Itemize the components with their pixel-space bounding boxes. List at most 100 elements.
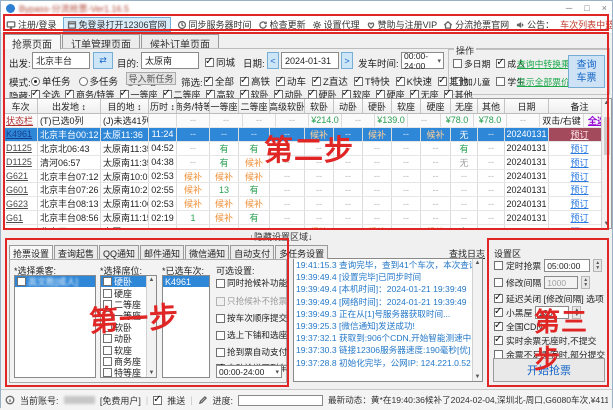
train-number-link[interactable]: D1125: [4, 142, 38, 155]
train-number-link[interactable]: G601: [4, 183, 38, 196]
setting-checkbox[interactable]: [494, 294, 503, 303]
grab-time-range-select[interactable]: 00:00-24:00▾: [216, 365, 282, 378]
main-tab-2[interactable]: 候补订单页面: [141, 34, 219, 49]
filter-option-5[interactable]: K快速: [396, 74, 432, 88]
toolbar-item-3[interactable]: 检查更新: [258, 18, 306, 31]
seat-checkbox[interactable]: [103, 300, 112, 309]
train-row[interactable]: Z69北京西10:21太原15:0304:42--------候补--候补--候…: [4, 225, 611, 229]
setting-checkbox[interactable]: [494, 261, 503, 270]
column-header[interactable]: 硬卧: [363, 99, 392, 113]
samecity-option[interactable]: 同城: [205, 55, 235, 69]
train-row[interactable]: G621北京丰台07:12太原南10:0502:53候补候补候补--------…: [4, 170, 611, 184]
filter-option-3[interactable]: Z直达: [312, 74, 348, 88]
column-header[interactable]: 商务/特等: [177, 99, 210, 113]
setting-row-2[interactable]: 延迟关闭 [修改间隔] 选项: [494, 292, 604, 305]
grab-tab-6[interactable]: 多任务设置: [275, 245, 328, 259]
grab-option-1[interactable]: 只抢候补不抢票: [216, 295, 287, 307]
seat-checkbox[interactable]: [103, 357, 112, 366]
train-number-link[interactable]: D1125: [4, 156, 38, 169]
seat-checkbox[interactable]: [103, 346, 112, 355]
setting-checkbox[interactable]: [494, 278, 503, 287]
setting-value[interactable]: 05:00:00: [544, 259, 590, 272]
seat-list-scrollbar[interactable]: ▲ ▼: [146, 276, 156, 377]
log-scrollbar[interactable]: ▲ ▼: [472, 259, 482, 381]
grab-option-checkbox[interactable]: [216, 279, 225, 288]
seat-checkbox[interactable]: [103, 334, 112, 343]
grab-tab-3[interactable]: 邮件通知: [140, 245, 184, 259]
setting-checkbox[interactable]: [494, 322, 503, 331]
filter-option-4[interactable]: T特快: [354, 74, 390, 88]
filter-option-6[interactable]: 其他: [438, 74, 468, 88]
radio-icon[interactable]: [31, 77, 40, 86]
toolbar-item-6[interactable]: 分流抢票官网: [443, 18, 509, 31]
setting-row-5[interactable]: 实时余票无座时,不提交: [494, 334, 596, 347]
grab-option-0[interactable]: 同时抢候补功能: [216, 277, 287, 289]
departure-input[interactable]: 北京丰台: [32, 52, 90, 69]
depart-time-select[interactable]: 00:00-24:00▾: [401, 52, 444, 69]
mode-radio-1[interactable]: 多任务: [79, 74, 119, 88]
main-tab-1[interactable]: 订单管理页面: [62, 34, 140, 49]
push-checkbox[interactable]: [153, 396, 162, 405]
date-prev-button[interactable]: <: [267, 52, 279, 69]
column-header[interactable]: 车次: [4, 99, 38, 113]
train-row[interactable]: G61北京丰台08:56太原南11:1502:191候补有-----------…: [4, 211, 611, 225]
scroll-down-icon[interactable]: ▼: [149, 370, 155, 376]
ops-option-checkbox[interactable]: [496, 59, 505, 68]
table-scrollbar[interactable]: ▲ ▼: [601, 99, 611, 228]
grab-tab-4[interactable]: 微信通知: [185, 245, 229, 259]
train-row[interactable]: D1125清河06:57太原南11:3504:38--有候补----------…: [4, 156, 611, 170]
column-header[interactable]: 软卧: [305, 99, 334, 113]
column-header[interactable]: 动卧: [334, 99, 363, 113]
setting-row-1[interactable]: 修改间隔1000▲▼: [494, 276, 590, 289]
mode-radio-0[interactable]: 单任务: [31, 74, 71, 88]
grab-option-checkbox[interactable]: [216, 331, 225, 340]
seat-checkbox[interactable]: [103, 323, 112, 332]
setting-row-3[interactable]: 小黑屋120▲▼: [494, 306, 581, 319]
ops-option2-checkbox[interactable]: [496, 77, 505, 86]
column-header[interactable]: 硬座: [421, 99, 451, 113]
toolbar-item-2[interactable]: 同步服务器时间: [177, 18, 252, 31]
scroll-up-icon[interactable]: ▲: [149, 277, 155, 283]
push-label[interactable]: 推送: [167, 394, 185, 407]
date-next-button[interactable]: >: [341, 52, 353, 69]
show-all-price-link[interactable]: 显示全部票价: [517, 75, 570, 88]
train-number-link[interactable]: K4961: [4, 128, 38, 141]
train-number-link[interactable]: G623: [4, 197, 38, 210]
filter-option-checkbox[interactable]: [276, 77, 285, 86]
train-number-link[interactable]: G61: [4, 211, 38, 224]
spinner-updown-icon[interactable]: ▲▼: [572, 306, 581, 319]
main-tab-0[interactable]: 抢票页面: [3, 34, 61, 49]
hide-settings-hint[interactable]: ↓隐藏设置区域↓: [1, 230, 561, 243]
radio-icon[interactable]: [79, 77, 88, 86]
seat-checkbox[interactable]: [103, 311, 112, 320]
column-header[interactable]: 历时 ↕: [149, 99, 177, 113]
passenger-item[interactable]: 高文胜[成人]: [15, 276, 95, 287]
scroll-down-icon[interactable]: ▼: [475, 374, 481, 380]
toolbar-item-4[interactable]: 设置代理: [312, 18, 360, 31]
grab-option-3[interactable]: 选上下铺和选座: [216, 329, 287, 341]
filter-option-checkbox[interactable]: [204, 77, 213, 86]
status-bar-cell[interactable]: 状态栏: [4, 114, 38, 127]
scroll-up-icon[interactable]: ▲: [604, 100, 610, 106]
column-header[interactable]: 一等座: [210, 99, 239, 113]
filter-option-checkbox[interactable]: [396, 77, 405, 86]
setting-checkbox[interactable]: [494, 308, 503, 317]
selected-train-item[interactable]: K4961: [163, 276, 209, 287]
column-header[interactable]: 目的地 ↕: [101, 99, 149, 113]
column-header[interactable]: 二等座: [239, 99, 270, 113]
train-row[interactable]: D1125北京北06:43太原南11:3504:52--有有----------…: [4, 142, 611, 156]
swap-stations-button[interactable]: ⇄: [93, 52, 113, 69]
column-header[interactable]: 软座: [392, 99, 421, 113]
filter-option-checkbox[interactable]: [354, 77, 363, 86]
train-number-link[interactable]: G621: [4, 170, 38, 183]
spinner-updown-icon[interactable]: ▲▼: [593, 259, 602, 272]
grab-tab-1[interactable]: 查询起售: [54, 245, 98, 259]
scroll-down-icon[interactable]: ▼: [604, 221, 610, 227]
column-header[interactable]: 其他: [478, 99, 505, 113]
scroll-up-icon[interactable]: ▲: [475, 260, 481, 266]
setting-value[interactable]: 1000: [544, 276, 578, 289]
minimize-button[interactable]: ─: [566, 4, 572, 13]
seat-checkbox[interactable]: [103, 277, 112, 286]
grab-option-checkbox[interactable]: [216, 348, 225, 357]
grab-tab-2[interactable]: QQ通知: [99, 245, 139, 259]
